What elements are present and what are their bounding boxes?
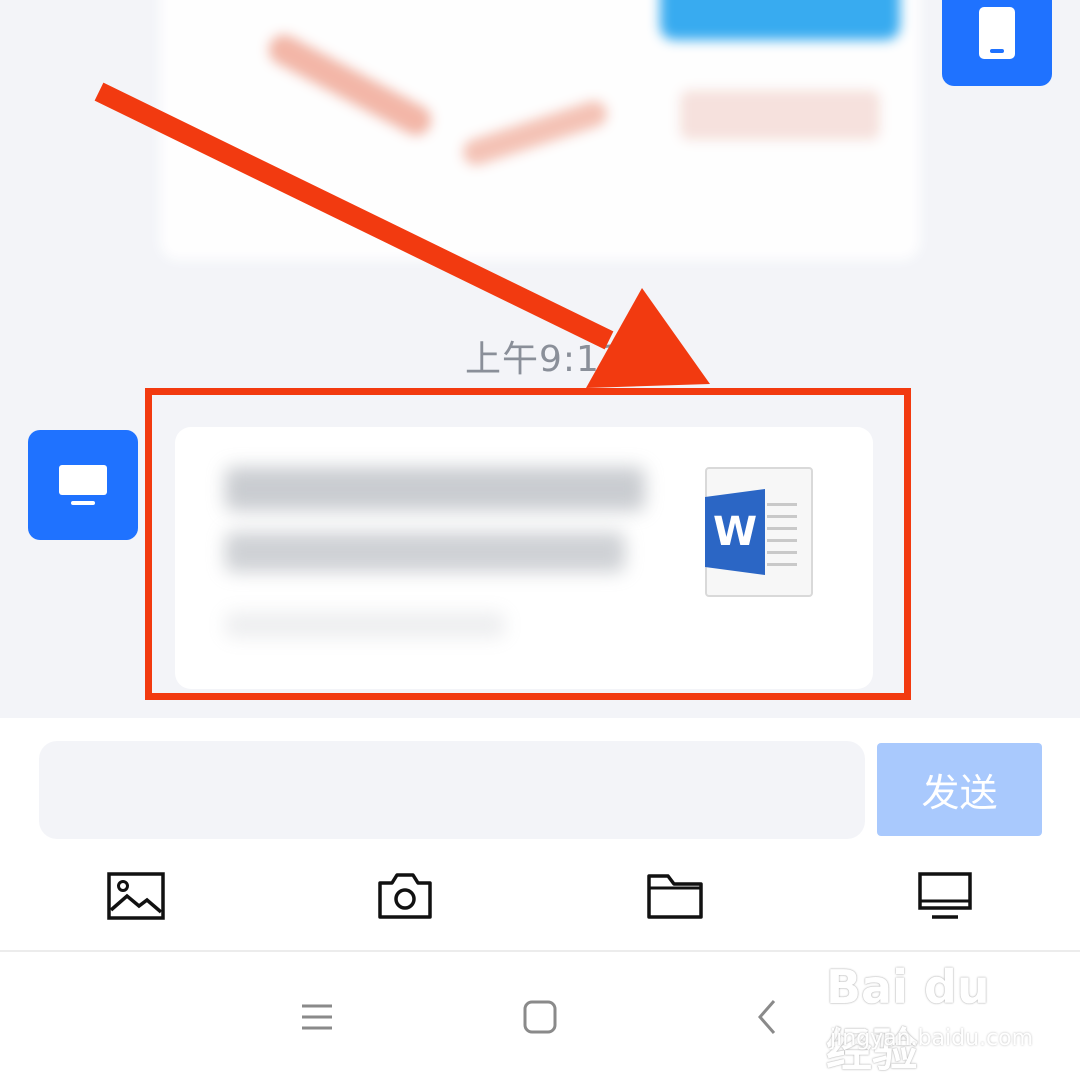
chat-area: 上午9:13 W bbox=[0, 0, 1080, 718]
baidu-jingyan-watermark: Bai du 经验 jingyan.baidu.com bbox=[826, 960, 1036, 1077]
composer-bar: 发送 bbox=[0, 718, 1080, 950]
camera-button[interactable] bbox=[375, 868, 435, 924]
computer-icon bbox=[59, 465, 107, 505]
folder-icon bbox=[647, 874, 703, 919]
image-icon bbox=[107, 872, 165, 920]
message-timestamp: 上午9:13 bbox=[465, 339, 624, 380]
image-content bbox=[680, 90, 880, 140]
image-message[interactable] bbox=[160, 0, 920, 260]
image-content bbox=[263, 29, 437, 141]
watermark-logo: Bai du 经验 bbox=[826, 960, 990, 1077]
annotation-highlight-box bbox=[145, 388, 911, 700]
recent-apps-button[interactable] bbox=[292, 992, 342, 1042]
message-input[interactable] bbox=[39, 741, 865, 839]
computer-icon bbox=[918, 872, 972, 919]
send-image-button[interactable] bbox=[106, 868, 166, 924]
camera-icon bbox=[378, 873, 432, 919]
phone-icon bbox=[979, 7, 1015, 59]
home-button[interactable] bbox=[515, 992, 565, 1042]
computer-button[interactable] bbox=[915, 868, 975, 924]
watermark-url: jingyan.baidu.com bbox=[830, 1026, 1034, 1051]
home-icon bbox=[523, 1000, 557, 1034]
send-button[interactable]: 发送 bbox=[877, 743, 1042, 836]
phone-avatar[interactable] bbox=[942, 0, 1052, 86]
back-icon bbox=[758, 1000, 776, 1034]
computer-avatar[interactable] bbox=[28, 430, 138, 540]
image-content bbox=[459, 97, 611, 169]
send-file-button[interactable] bbox=[645, 868, 705, 924]
back-button[interactable] bbox=[742, 992, 792, 1042]
menu-icon bbox=[302, 1004, 332, 1030]
image-content bbox=[660, 0, 900, 40]
